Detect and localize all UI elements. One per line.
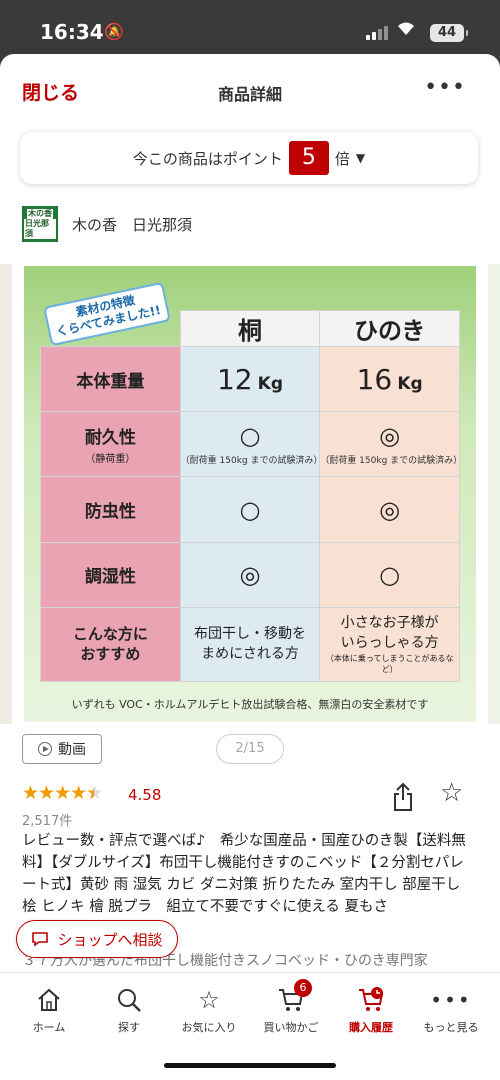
row-label-insect: 防虫性	[40, 476, 181, 543]
caret-down-icon: ▼	[355, 151, 366, 165]
nav-search[interactable]: 探す	[88, 983, 170, 1035]
product-description: レビュー数・評点で選べば♪ 希少な国産品・国産ひのき製【送料無料】【ダブルサイズ…	[22, 833, 466, 915]
top-bar: 閉じる 商品詳細 •••	[0, 54, 500, 122]
video-button[interactable]: 動画	[22, 734, 102, 764]
share-icon[interactable]	[392, 782, 414, 812]
kiri-humidity: ◎	[179, 541, 321, 608]
cart-badge: 6	[294, 979, 312, 997]
nav-history[interactable]: 購入履歴	[330, 983, 412, 1035]
nav-cart[interactable]: 6 買い物かご	[250, 979, 332, 1035]
points-banner[interactable]: 今この商品はポイント 5 倍 ▼	[20, 132, 478, 184]
hinoki-insect: ◎	[319, 476, 460, 543]
row-label-durability: 耐久性 （静荷重）	[40, 411, 181, 478]
points-suffix: 倍	[334, 149, 350, 168]
more-options-icon[interactable]: •••	[424, 75, 466, 100]
product-detail-sheet: 閉じる 商品詳細 ••• 今この商品はポイント 5 倍 ▼ 木の香 日光那須 木…	[0, 54, 500, 1080]
product-image[interactable]: 桐 ひのき 本体重量 12 Kg 16 Kg 耐久性 （静荷重） ○ （耐荷重 15…	[24, 266, 476, 722]
shop-row[interactable]: 木の香 日光那須 木の香 日光那須	[22, 206, 192, 242]
image-footnote: いずれも VOC・ホルムアルデヒト放出試験合格、無漂白の安全素材です	[71, 698, 429, 711]
bottom-nav: ホーム 探す ☆ お気に入り 6 買い物かご 購入履歴 ••• もっと見る	[0, 972, 500, 1080]
next-image-peek	[488, 264, 500, 724]
hinoki-humidity: ○	[319, 541, 460, 608]
chat-icon	[32, 932, 49, 947]
search-icon	[88, 983, 170, 1017]
nav-more[interactable]: ••• もっと見る	[410, 983, 492, 1035]
points-prefix: 今この商品はポイント	[132, 149, 283, 168]
shop-consult-button[interactable]: ショップへ相談	[16, 920, 178, 958]
battery-icon: 44	[430, 24, 468, 42]
kiri-weight: 12 Kg	[179, 346, 321, 413]
signal-icon	[366, 26, 390, 40]
wifi-icon	[396, 20, 416, 41]
rating-stars: ★★★★★	[22, 782, 103, 804]
play-icon	[38, 742, 52, 756]
column-hinoki: ひのき	[319, 309, 460, 348]
rating-score[interactable]: 4.58	[128, 786, 161, 804]
hinoki-weight: 16 Kg	[319, 346, 460, 413]
star-icon: ☆	[198, 986, 220, 1014]
nav-home[interactable]: ホーム	[8, 983, 90, 1035]
cart-icon: 6	[250, 979, 332, 1017]
more-icon: •••	[430, 988, 472, 1012]
kiri-insect: ○	[179, 476, 321, 543]
nav-favorites[interactable]: ☆ お気に入り	[168, 983, 250, 1035]
kiri-durability: ○ （耐荷重 150kg までの試験済み）	[179, 411, 322, 478]
shop-logo: 木の香 日光那須	[22, 206, 58, 242]
prev-image-peek	[0, 264, 12, 724]
image-pager: 2/15	[216, 734, 284, 764]
history-icon	[330, 983, 412, 1017]
shop-name[interactable]: 木の香 日光那須	[72, 214, 192, 235]
status-bar: 16:34 🔕 44	[0, 0, 500, 60]
status-time: 16:34	[40, 20, 104, 44]
row-label-humidity: 調湿性	[40, 541, 181, 608]
hinoki-recommend: 小さなお子様が いらっしゃる方 （本体に乗ってしまうことがあるなど）	[319, 606, 460, 683]
home-icon	[8, 983, 90, 1017]
hinoki-durability: ◎ （耐荷重 150kg までの試験済み）	[319, 411, 462, 478]
favorite-star-icon[interactable]: ☆	[440, 778, 463, 808]
kiri-recommend: 布団干し・移動を まめにされる方	[179, 606, 321, 683]
row-label-recommend: こんな方に おすすめ	[40, 606, 181, 683]
review-count[interactable]: 2,517件	[22, 810, 72, 829]
comparison-table: 桐 ひのき 本体重量 12 Kg 16 Kg 耐久性 （静荷重） ○ （耐荷重 15…	[40, 309, 462, 683]
column-kiri: 桐	[179, 309, 321, 348]
points-multiplier: 5	[288, 141, 329, 175]
row-label-weight: 本体重量	[40, 346, 181, 413]
home-indicator	[164, 1063, 336, 1068]
bell-muted-icon: 🔕	[104, 22, 124, 41]
